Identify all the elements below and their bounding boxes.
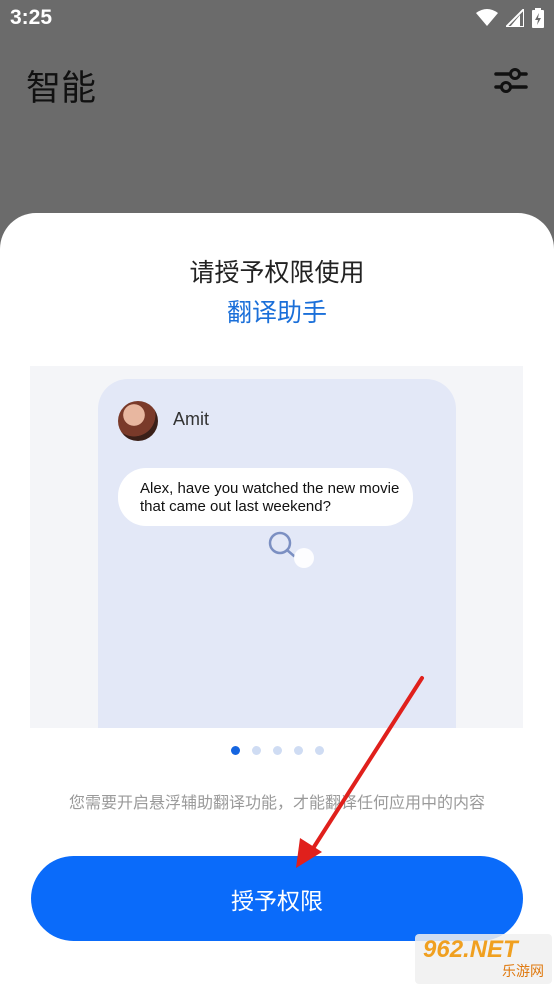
avatar <box>118 401 158 441</box>
permission-dialog: 请授予权限使用 翻译助手 Amit Alex, have you watched… <box>0 213 554 984</box>
dialog-subtitle: 翻译助手 <box>226 298 327 327</box>
battery-charging-icon <box>532 8 544 28</box>
sliders-icon <box>494 68 528 93</box>
page-title: 智能 <box>26 69 97 109</box>
message-line-2: that came out last weekend? <box>140 498 331 515</box>
watermark-sub: 乐游网 <box>502 964 544 980</box>
wifi-icon <box>476 9 498 26</box>
page-indicator <box>0 746 554 755</box>
cellular-signal-icon <box>506 9 524 27</box>
watermark-main: 962.NET <box>423 936 518 963</box>
watermark-logo: 962.NET 乐游网 <box>415 934 552 984</box>
status-time: 3:25 <box>10 6 53 29</box>
page-dot[interactable] <box>272 746 282 755</box>
grant-permission-button[interactable]: 授予权限 <box>31 856 523 941</box>
message-bubble: Alex, have you watched the new movie tha… <box>118 468 413 526</box>
message-line-1: Alex, have you watched the new movie <box>140 480 400 497</box>
page-dot[interactable] <box>230 746 240 755</box>
status-icons <box>476 8 544 28</box>
magnifier-icon <box>268 531 314 568</box>
chat-preview-card: Amit Alex, have you watched the new movi… <box>98 379 456 728</box>
dialog-title: 请授予权限使用 <box>189 258 365 287</box>
settings-button[interactable] <box>492 64 530 98</box>
status-bar: 3:25 <box>0 0 554 38</box>
page-dot[interactable] <box>293 746 303 755</box>
contact-name: Amit <box>173 409 209 429</box>
permission-description: 您需要开启悬浮辅助翻译功能，才能翻译任何应用中的内容 <box>68 793 485 812</box>
page-dot[interactable] <box>251 746 261 755</box>
page-dot[interactable] <box>314 746 324 755</box>
illustration: Amit Alex, have you watched the new movi… <box>30 366 523 728</box>
